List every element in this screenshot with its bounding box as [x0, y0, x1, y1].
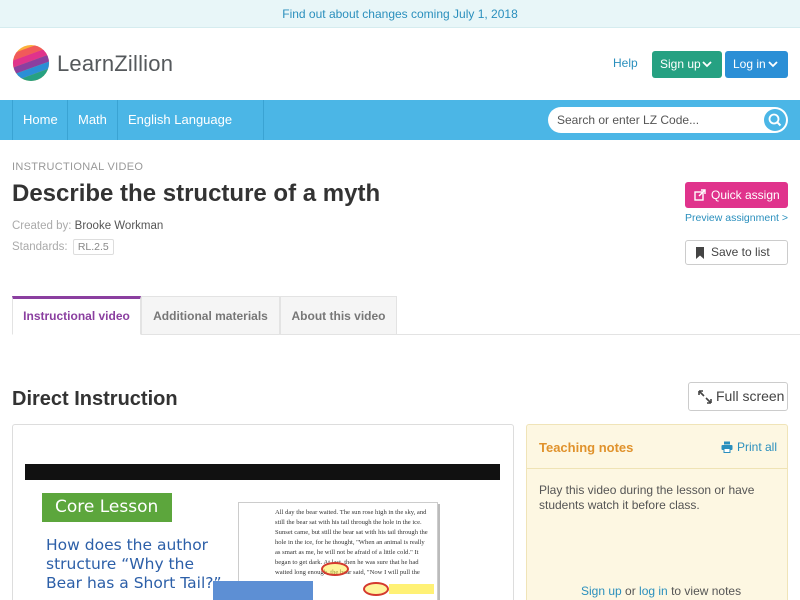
video-play-overlay[interactable]: [213, 581, 313, 600]
logo-text[interactable]: LearnZillion: [57, 51, 173, 77]
or-text: or: [621, 584, 640, 598]
print-all-button[interactable]: Print all: [721, 440, 777, 454]
print-icon: [721, 441, 733, 453]
chevron-down-icon: [768, 61, 778, 68]
preview-assignment-link[interactable]: Preview assignment >: [685, 212, 788, 224]
teaching-notes-login-prompt: Sign up or log in to view notes: [581, 584, 741, 598]
site-header: LearnZillion Help Sign up Log in: [0, 28, 800, 100]
tab-instructional-video[interactable]: Instructional video: [12, 296, 141, 335]
login-button[interactable]: Log in: [725, 51, 788, 78]
nav-item-math[interactable]: Math: [68, 100, 118, 140]
search-input[interactable]: [548, 107, 758, 133]
section-title: Direct Instruction: [12, 388, 178, 410]
slide-core-lesson-tag: Core Lesson: [42, 493, 172, 522]
teaching-notes-header: Teaching notes Print all: [527, 425, 787, 469]
login-link[interactable]: log in: [639, 584, 668, 598]
save-to-list-label: Save to list: [711, 245, 770, 259]
search-icon: [768, 113, 782, 127]
slide-annotation-circle: [321, 562, 349, 576]
teaching-notes-title: Teaching notes: [539, 440, 634, 455]
signup-button[interactable]: Sign up: [652, 51, 722, 78]
quick-assign-button[interactable]: Quick assign: [685, 182, 788, 208]
teaching-notes-panel: Teaching notes Print all Play this video…: [526, 424, 788, 600]
print-all-label: Print all: [737, 440, 778, 454]
quick-assign-label: Quick assign: [711, 188, 780, 202]
view-notes-text: to view notes: [667, 584, 742, 598]
bookmark-icon: [696, 247, 704, 259]
signup-button-label: Sign up: [660, 57, 701, 71]
search-button[interactable]: [764, 109, 786, 131]
expand-icon: [698, 390, 712, 404]
full-screen-button[interactable]: Full screen: [688, 382, 788, 411]
nav-item-ela[interactable]: English Language Arts: [118, 100, 264, 167]
search-box: [548, 107, 788, 133]
full-screen-label: Full screen: [716, 388, 785, 404]
tab-about-this-video[interactable]: About this video: [280, 296, 397, 335]
standards-label: Standards:: [12, 241, 68, 253]
share-icon: [694, 189, 706, 201]
standard-badge[interactable]: RL.2.5: [72, 239, 114, 255]
teaching-notes-body: Play this video during the lesson or hav…: [539, 483, 755, 512]
save-to-list-button[interactable]: Save to list: [685, 240, 788, 265]
announcement-banner[interactable]: Find out about changes coming July 1, 20…: [0, 0, 800, 28]
main-nav: Home Math English Language Arts: [0, 100, 800, 167]
login-button-label: Log in: [733, 57, 766, 71]
nav-item-home[interactable]: Home: [12, 100, 68, 140]
video-player[interactable]: Core Lesson How does the author structur…: [25, 480, 500, 600]
slide-highlight: [389, 584, 434, 594]
tab-additional-materials[interactable]: Additional materials: [141, 296, 280, 335]
content-type-label: INSTRUCTIONAL VIDEO: [12, 161, 144, 173]
slide-question: How does the author structure “Why the B…: [46, 536, 222, 592]
slide-annotation-circle: [363, 582, 389, 596]
chevron-down-icon: [702, 61, 712, 68]
author-name: Brooke Workman: [74, 220, 164, 232]
created-by-label: Created by:: [12, 220, 72, 232]
video-top-bar: [25, 464, 500, 480]
signup-link[interactable]: Sign up: [581, 584, 622, 598]
learnzillion-logo-icon[interactable]: [12, 44, 50, 82]
standards: Standards: RL.2.5: [12, 239, 114, 255]
page-title: Describe the structure of a myth: [12, 180, 381, 207]
created-by: Created by: Brooke Workman: [12, 220, 163, 232]
announcement-banner-text[interactable]: Find out about changes coming July 1, 20…: [282, 7, 518, 21]
help-link[interactable]: Help: [613, 56, 638, 70]
